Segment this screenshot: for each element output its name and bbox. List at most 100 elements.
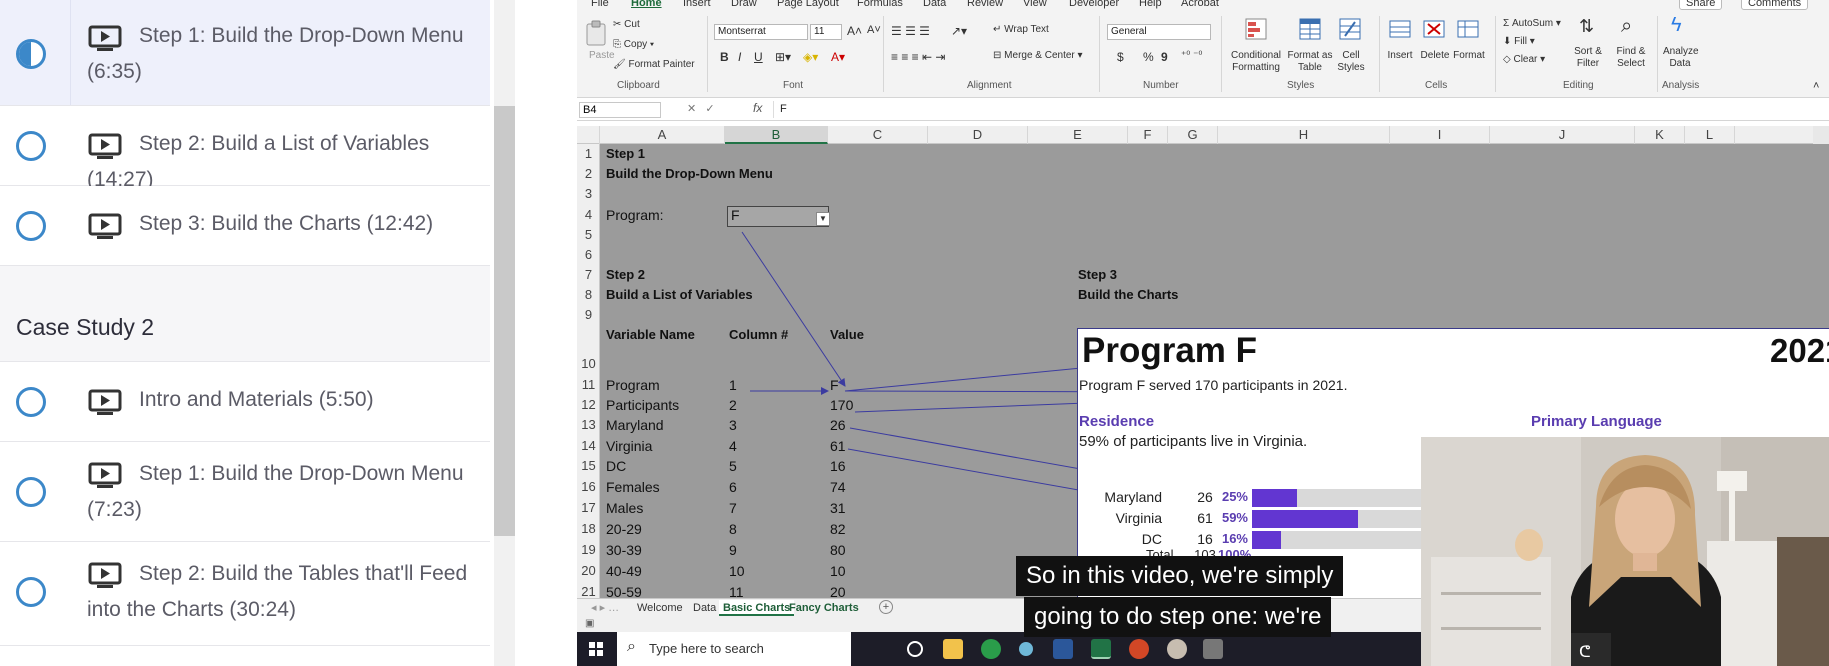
- comma-button[interactable]: 9: [1161, 50, 1168, 64]
- lesson-item-case2-step2[interactable]: Step 2: Build the Tables that'll Feed in…: [0, 542, 490, 646]
- menu-developer[interactable]: Developer: [1069, 0, 1119, 9]
- decimal-icons[interactable]: ⁺⁰ ⁻⁰: [1181, 50, 1202, 61]
- collapse-ribbon-icon[interactable]: ˄: [1813, 80, 1819, 92]
- column-header-i[interactable]: I: [1390, 126, 1490, 144]
- tab-scroll-arrows[interactable]: ◂ ▸ …: [587, 600, 623, 616]
- font-name-select[interactable]: Montserrat: [714, 24, 808, 40]
- formula-input[interactable]: F: [773, 101, 1825, 118]
- comments-button[interactable]: Comments: [1741, 0, 1809, 10]
- menu-acrobat[interactable]: Acrobat: [1181, 0, 1219, 9]
- underline-button[interactable]: U: [754, 50, 763, 64]
- row-header[interactable]: 5: [577, 227, 599, 242]
- column-header-d[interactable]: D: [928, 126, 1028, 144]
- lesson-item-case2-intro[interactable]: Intro and Materials (5:50): [0, 362, 490, 442]
- add-sheet-icon[interactable]: +: [879, 600, 893, 614]
- column-header-k[interactable]: K: [1635, 126, 1685, 144]
- row-header[interactable]: 8: [577, 287, 599, 302]
- paste-label[interactable]: Paste: [589, 50, 615, 61]
- row-header[interactable]: 13: [577, 417, 599, 432]
- lesson-item-case1-step3[interactable]: Step 3: Build the Charts (12:42): [0, 186, 490, 266]
- autosum-button[interactable]: Σ AutoSum ▾: [1503, 18, 1561, 29]
- sort-filter-label[interactable]: Sort & Filter: [1567, 46, 1609, 70]
- column-header-e[interactable]: E: [1028, 126, 1128, 144]
- column-header-h[interactable]: H: [1218, 126, 1390, 144]
- powerpoint-icon[interactable]: [1129, 639, 1149, 659]
- menu-help[interactable]: Help: [1139, 0, 1162, 9]
- conditional-formatting-icon[interactable]: [1245, 18, 1267, 40]
- row-header[interactable]: 16: [577, 479, 599, 494]
- macro-record-icon[interactable]: ▣: [585, 618, 594, 629]
- menu-view[interactable]: View: [1023, 0, 1047, 9]
- sheet-tab-fancy-charts[interactable]: Fancy Charts: [785, 600, 863, 616]
- row-header[interactable]: 10: [577, 356, 599, 371]
- format-cells-icon[interactable]: [1457, 18, 1479, 40]
- copy-button[interactable]: ⎘ Copy ▾: [613, 39, 654, 50]
- fill-button[interactable]: ⬇ Fill ▾: [1503, 36, 1535, 47]
- column-header-b[interactable]: B: [725, 126, 828, 144]
- lesson-item-case2-step1[interactable]: Step 1: Build the Drop-Down Menu (7:23): [0, 442, 490, 542]
- row-header[interactable]: 3: [577, 186, 599, 201]
- sheet-tab-data[interactable]: Data: [689, 600, 720, 616]
- format-cells-label[interactable]: Format: [1451, 50, 1487, 62]
- find-select-icon[interactable]: ⌕: [1621, 15, 1632, 38]
- function-icon[interactable]: fx: [753, 101, 762, 115]
- app-icon[interactable]: [1167, 639, 1187, 659]
- cut-button[interactable]: ✂ Cut: [613, 19, 640, 30]
- find-select-label[interactable]: Find & Select: [1611, 46, 1651, 70]
- name-box[interactable]: B4: [579, 102, 661, 118]
- format-table-label[interactable]: Format as Table: [1287, 50, 1333, 74]
- orientation-icon[interactable]: ↗▾: [951, 24, 967, 38]
- column-header-a[interactable]: A: [600, 126, 725, 144]
- column-header-c[interactable]: C: [828, 126, 928, 144]
- row-header[interactable]: 15: [577, 458, 599, 473]
- taskbar-search-box[interactable]: ⌕ Type here to search: [617, 632, 851, 666]
- row-header[interactable]: 18: [577, 521, 599, 536]
- currency-button[interactable]: $: [1117, 50, 1124, 64]
- share-button[interactable]: Share: [1679, 0, 1723, 10]
- sidebar-scrollbar-thumb[interactable]: [494, 106, 515, 536]
- format-painter-button[interactable]: 🖌 Format Painter: [613, 59, 695, 70]
- excel-icon[interactable]: [1091, 639, 1111, 659]
- wrap-text-button[interactable]: ↵ Wrap Text: [993, 24, 1049, 35]
- sheet-tab-welcome[interactable]: Welcome: [633, 600, 687, 616]
- insert-cells-label[interactable]: Insert: [1383, 50, 1417, 62]
- row-header[interactable]: 20: [577, 563, 599, 578]
- app-icon[interactable]: [1203, 639, 1223, 659]
- menu-data[interactable]: Data: [923, 0, 946, 9]
- vertical-scrollbar-top[interactable]: [1813, 126, 1829, 144]
- fill-color-icon[interactable]: ◈▾: [803, 50, 818, 64]
- chrome-icon[interactable]: [981, 639, 1001, 659]
- menu-home[interactable]: Home: [631, 0, 662, 9]
- insert-cells-icon[interactable]: [1389, 18, 1411, 40]
- row-header[interactable]: 2: [577, 166, 599, 181]
- paste-icon[interactable]: [585, 20, 607, 46]
- row-header[interactable]: 14: [577, 438, 599, 453]
- column-header-f[interactable]: F: [1128, 126, 1168, 144]
- lesson-item-case1-step1[interactable]: Step 1: Build the Drop-Down Menu (6:35): [0, 0, 490, 106]
- align-left-icon[interactable]: ≡ ≡ ≡ ⇤ ⇥: [891, 50, 945, 64]
- cell-styles-icon[interactable]: [1339, 18, 1361, 40]
- delete-cells-icon[interactable]: [1423, 18, 1445, 40]
- row-header[interactable]: 6: [577, 247, 599, 262]
- borders-icon[interactable]: ⊞▾: [775, 50, 791, 64]
- row-header[interactable]: 19: [577, 542, 599, 557]
- menu-review[interactable]: Review: [967, 0, 1003, 9]
- align-top-icon[interactable]: ☰ ☰ ☰: [891, 24, 930, 38]
- italic-button[interactable]: I: [738, 50, 741, 64]
- row-header[interactable]: 11: [577, 377, 599, 392]
- menu-file[interactable]: File: [591, 0, 609, 9]
- cell-styles-label[interactable]: Cell Styles: [1331, 50, 1371, 74]
- delete-cells-label[interactable]: Delete: [1417, 50, 1453, 62]
- analyze-data-label[interactable]: Analyze Data: [1663, 46, 1699, 70]
- bold-button[interactable]: B: [720, 50, 729, 64]
- row-header[interactable]: 21: [577, 584, 599, 598]
- column-header-g[interactable]: G: [1168, 126, 1218, 144]
- shrink-font-button[interactable]: A˅: [867, 24, 881, 36]
- conditional-formatting-label[interactable]: Conditional Formatting: [1227, 50, 1285, 74]
- snipping-tool-icon[interactable]: [1019, 642, 1033, 656]
- lightning-icon[interactable]: ϟ: [1671, 14, 1682, 37]
- merge-center-button[interactable]: ⊟ Merge & Center ▾: [993, 50, 1083, 61]
- row-header[interactable]: 12: [577, 397, 599, 412]
- menu-formulas[interactable]: Formulas: [857, 0, 903, 9]
- font-size-select[interactable]: 11: [810, 24, 842, 40]
